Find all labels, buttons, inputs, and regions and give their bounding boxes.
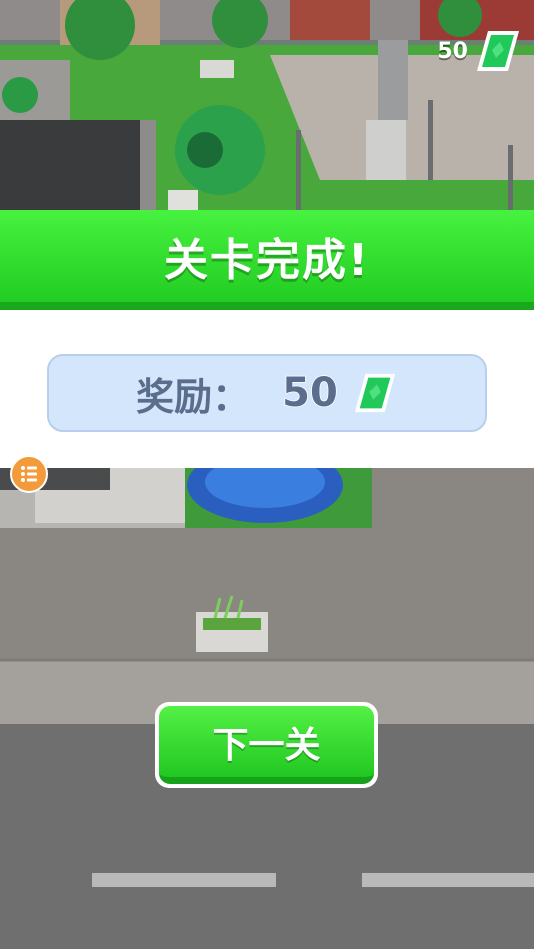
level-complete-banner: 关卡完成! — [0, 210, 534, 310]
reward-value: 50 — [281, 369, 338, 417]
currency-display: 50 — [437, 28, 522, 74]
next-level-button[interactable]: 下一关 — [155, 702, 378, 788]
next-level-label: 下一关 — [212, 724, 321, 766]
game-scene — [0, 0, 534, 949]
list-icon — [21, 466, 37, 482]
reward-label: 奖励： — [136, 374, 251, 419]
next-level-button-face[interactable]: 下一关 — [159, 706, 374, 784]
statue — [378, 40, 408, 120]
green-gem-icon — [354, 373, 395, 413]
reward-box: 奖励： 50 — [47, 354, 487, 432]
menu-button[interactable] — [10, 455, 48, 493]
currency-value: 50 — [437, 38, 468, 64]
building-rooftop — [0, 120, 155, 210]
banner-title: 关卡完成! — [163, 235, 371, 286]
green-gem-icon — [477, 31, 519, 71]
